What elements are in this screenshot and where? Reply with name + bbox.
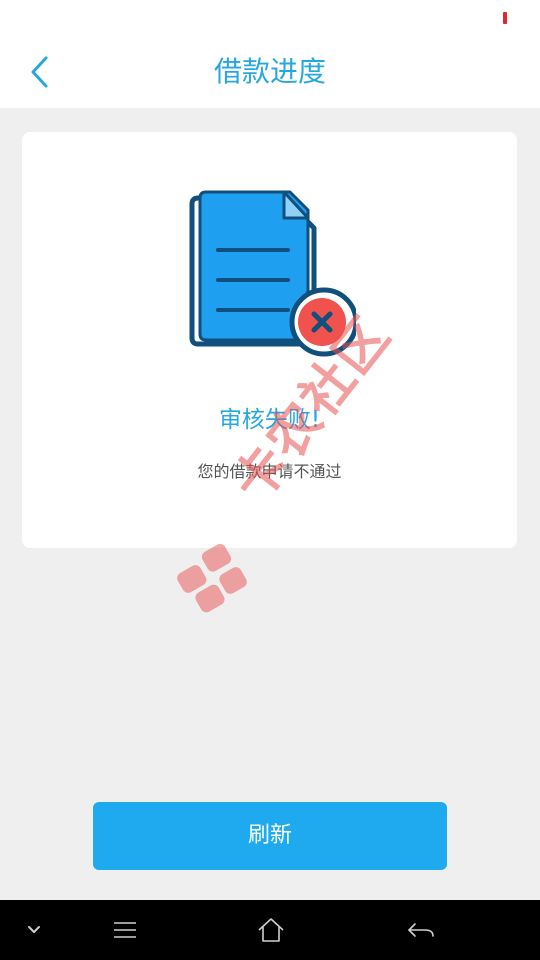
status-message: 您的借款申请不通过 xyxy=(197,462,342,481)
screen: 借款进度 审核失败! 您的借款申请不通过 卡农社区 刷新 xyxy=(0,0,540,960)
navigation-bar xyxy=(0,900,540,960)
home-icon xyxy=(258,918,284,942)
nav-menu-button[interactable] xyxy=(100,900,150,960)
chevron-down-icon xyxy=(28,926,40,933)
refresh-button[interactable]: 刷新 xyxy=(93,802,447,870)
nav-home-button[interactable] xyxy=(245,900,297,960)
header: 借款进度 xyxy=(0,36,540,108)
page-title: 借款进度 xyxy=(213,55,326,88)
back-arrow-icon xyxy=(408,923,434,937)
menu-icon xyxy=(114,922,136,938)
status-card: 审核失败! 您的借款申请不通过 xyxy=(22,132,517,548)
watermark-logo-icon xyxy=(177,543,247,613)
document-rejected-icon xyxy=(189,190,356,357)
status-bar xyxy=(0,0,540,36)
nav-back-button[interactable] xyxy=(396,900,446,960)
status-title: 审核失败! xyxy=(218,407,321,433)
status-indicator xyxy=(503,12,507,24)
nav-collapse-button[interactable] xyxy=(14,900,54,960)
